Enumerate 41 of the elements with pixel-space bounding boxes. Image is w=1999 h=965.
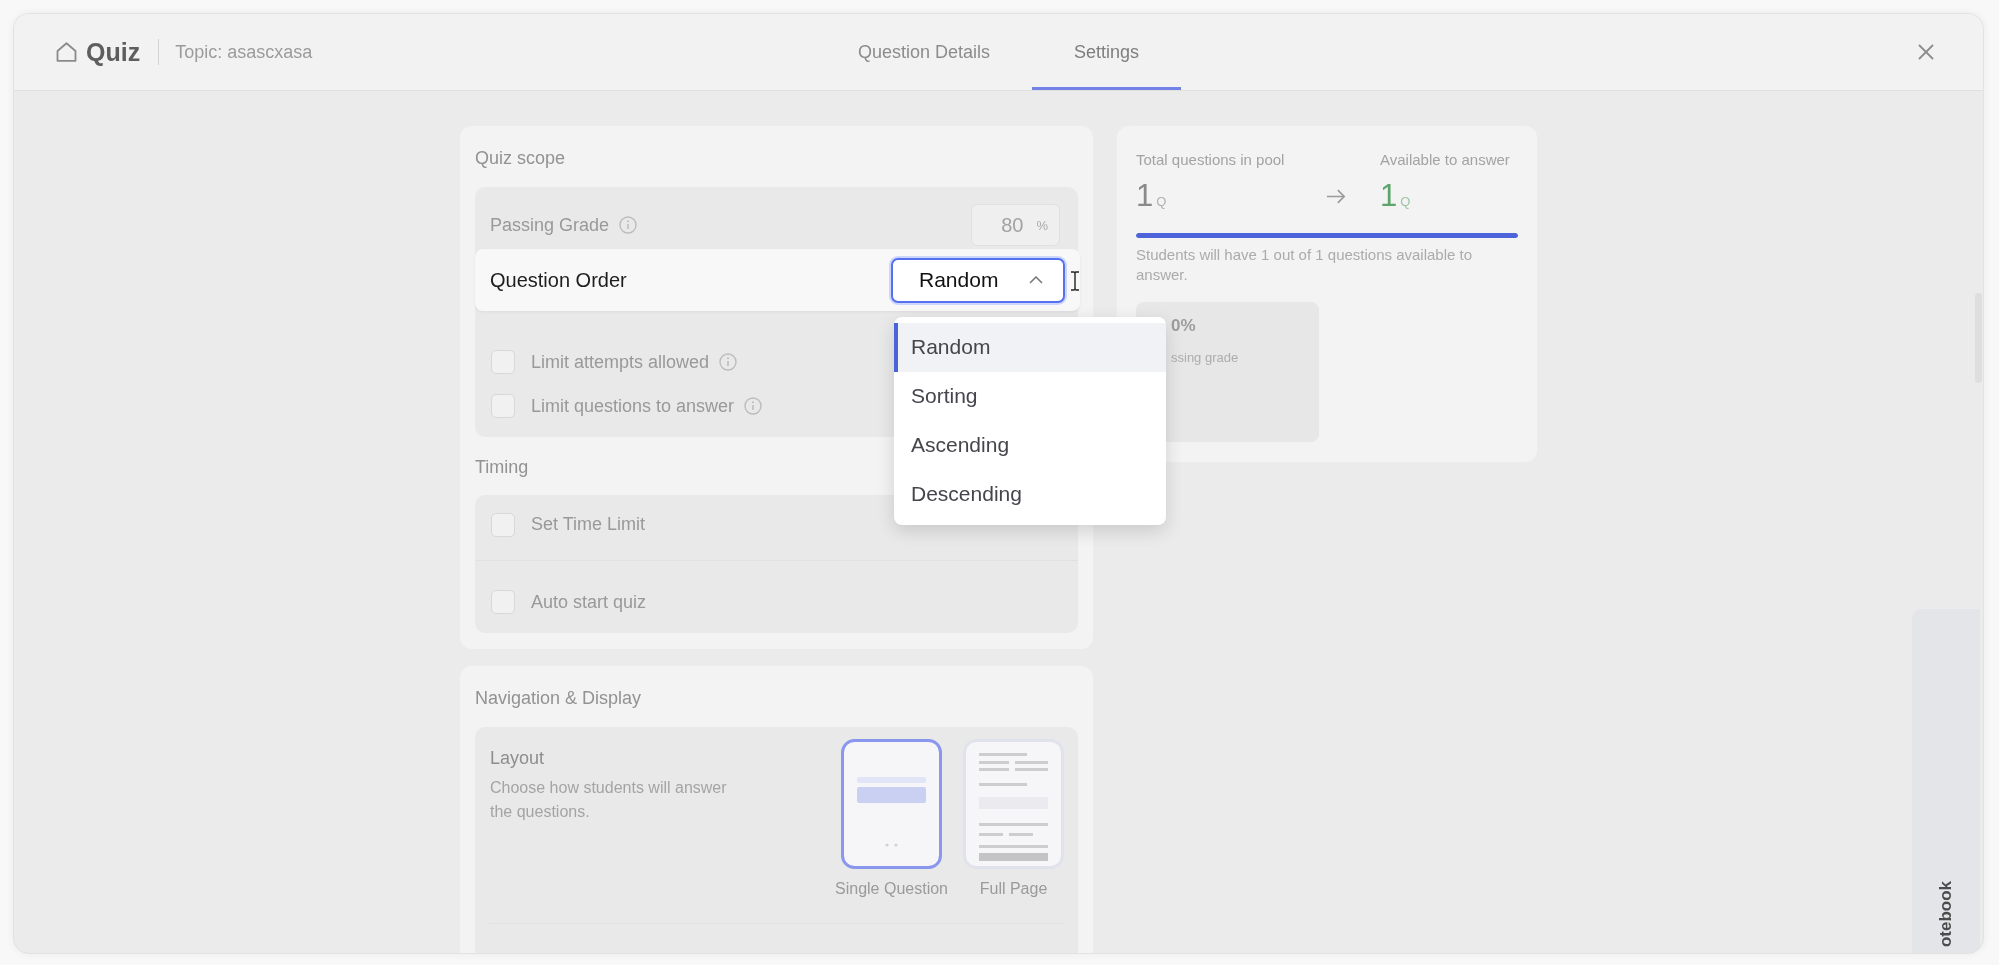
checkbox[interactable]	[491, 350, 515, 374]
checkbox-label: Limit attempts allowed	[531, 351, 710, 373]
topic-label: Topic: asascxasa	[175, 41, 313, 63]
question-count: 1	[1380, 178, 1398, 214]
section-title: Quiz scope	[475, 147, 567, 170]
field-label: Question Order	[490, 268, 627, 292]
tab[interactable]: Settings	[1032, 14, 1182, 90]
count-unit: Q	[1156, 194, 1167, 209]
text-cursor-icon	[1070, 270, 1080, 291]
stat-label: Available to answer	[1380, 150, 1511, 170]
grade-label: ssing grade	[1171, 349, 1240, 367]
arrow-right-icon	[1326, 188, 1346, 204]
summary-note: Students will have 1 out of 1 questions available to answer.	[1136, 245, 1474, 285]
count-unit: Q	[1400, 194, 1411, 209]
checkbox-label: Limit questions to answer	[531, 395, 735, 417]
full-page-layout-icon	[963, 739, 1064, 869]
stat-label: Total questions in pool	[1136, 150, 1286, 170]
single-question-layout-icon	[841, 739, 942, 869]
section-title: Navigation & Display	[475, 687, 643, 710]
dropdown-option[interactable]: Sorting	[894, 371, 1166, 421]
dropdown-option[interactable]: Random	[894, 322, 1166, 372]
home-icon[interactable]	[56, 42, 77, 62]
dropdown-option[interactable]: Descending	[894, 469, 1166, 519]
side-tab[interactable]: otebook	[1912, 609, 1980, 953]
chevron-up-icon	[1029, 276, 1043, 284]
grade-value: 0%	[1171, 315, 1197, 337]
unit-label: %	[1036, 217, 1048, 233]
dropdown-option[interactable]: Ascending	[894, 420, 1166, 470]
question-count: 1	[1136, 178, 1154, 214]
checkbox-label: Set Time Limit	[531, 514, 646, 535]
layout-description: Choose how students will answer the questions.	[490, 778, 728, 822]
section-title: Timing	[475, 456, 530, 479]
checkbox-label: Auto start quiz	[531, 591, 647, 613]
field-label: Passing Grade	[490, 214, 610, 236]
checkbox[interactable]	[491, 394, 515, 418]
dropdown-select[interactable]: Random	[891, 257, 1065, 303]
layout-title: Layout	[490, 747, 546, 770]
checkbox[interactable]	[491, 512, 515, 537]
close-icon[interactable]	[1918, 44, 1934, 60]
checkbox[interactable]	[491, 590, 515, 614]
quiz-title: Quiz	[86, 37, 141, 67]
